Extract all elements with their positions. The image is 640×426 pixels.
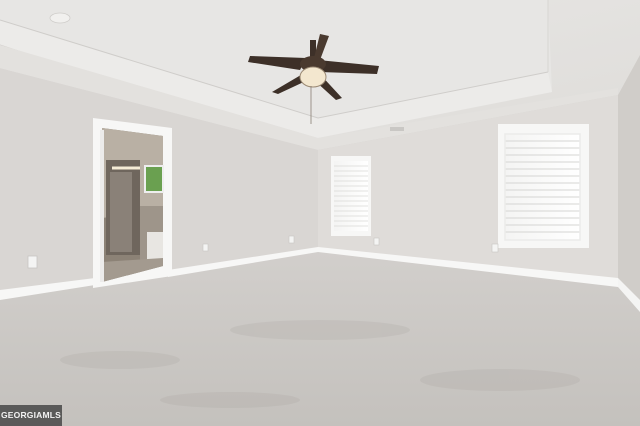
vanity-top	[147, 232, 163, 260]
right-window-blinds	[505, 134, 580, 240]
shower-glass	[110, 172, 132, 252]
outlet-icon	[202, 243, 209, 252]
room-illustration	[0, 0, 640, 426]
right-wall	[618, 55, 640, 312]
outlet-icon	[373, 237, 380, 246]
bathroom-window	[145, 166, 163, 192]
door-edge	[100, 130, 104, 282]
smoke-detector-icon	[49, 12, 71, 24]
outlet-icon	[288, 235, 295, 244]
watermark-logo: GEORGIAMLS	[0, 405, 62, 426]
empty-room-photo: GEORGIAMLS	[0, 0, 640, 426]
outlet-icon	[27, 255, 38, 269]
outlet-icon	[491, 243, 499, 253]
air-vent	[390, 127, 404, 131]
